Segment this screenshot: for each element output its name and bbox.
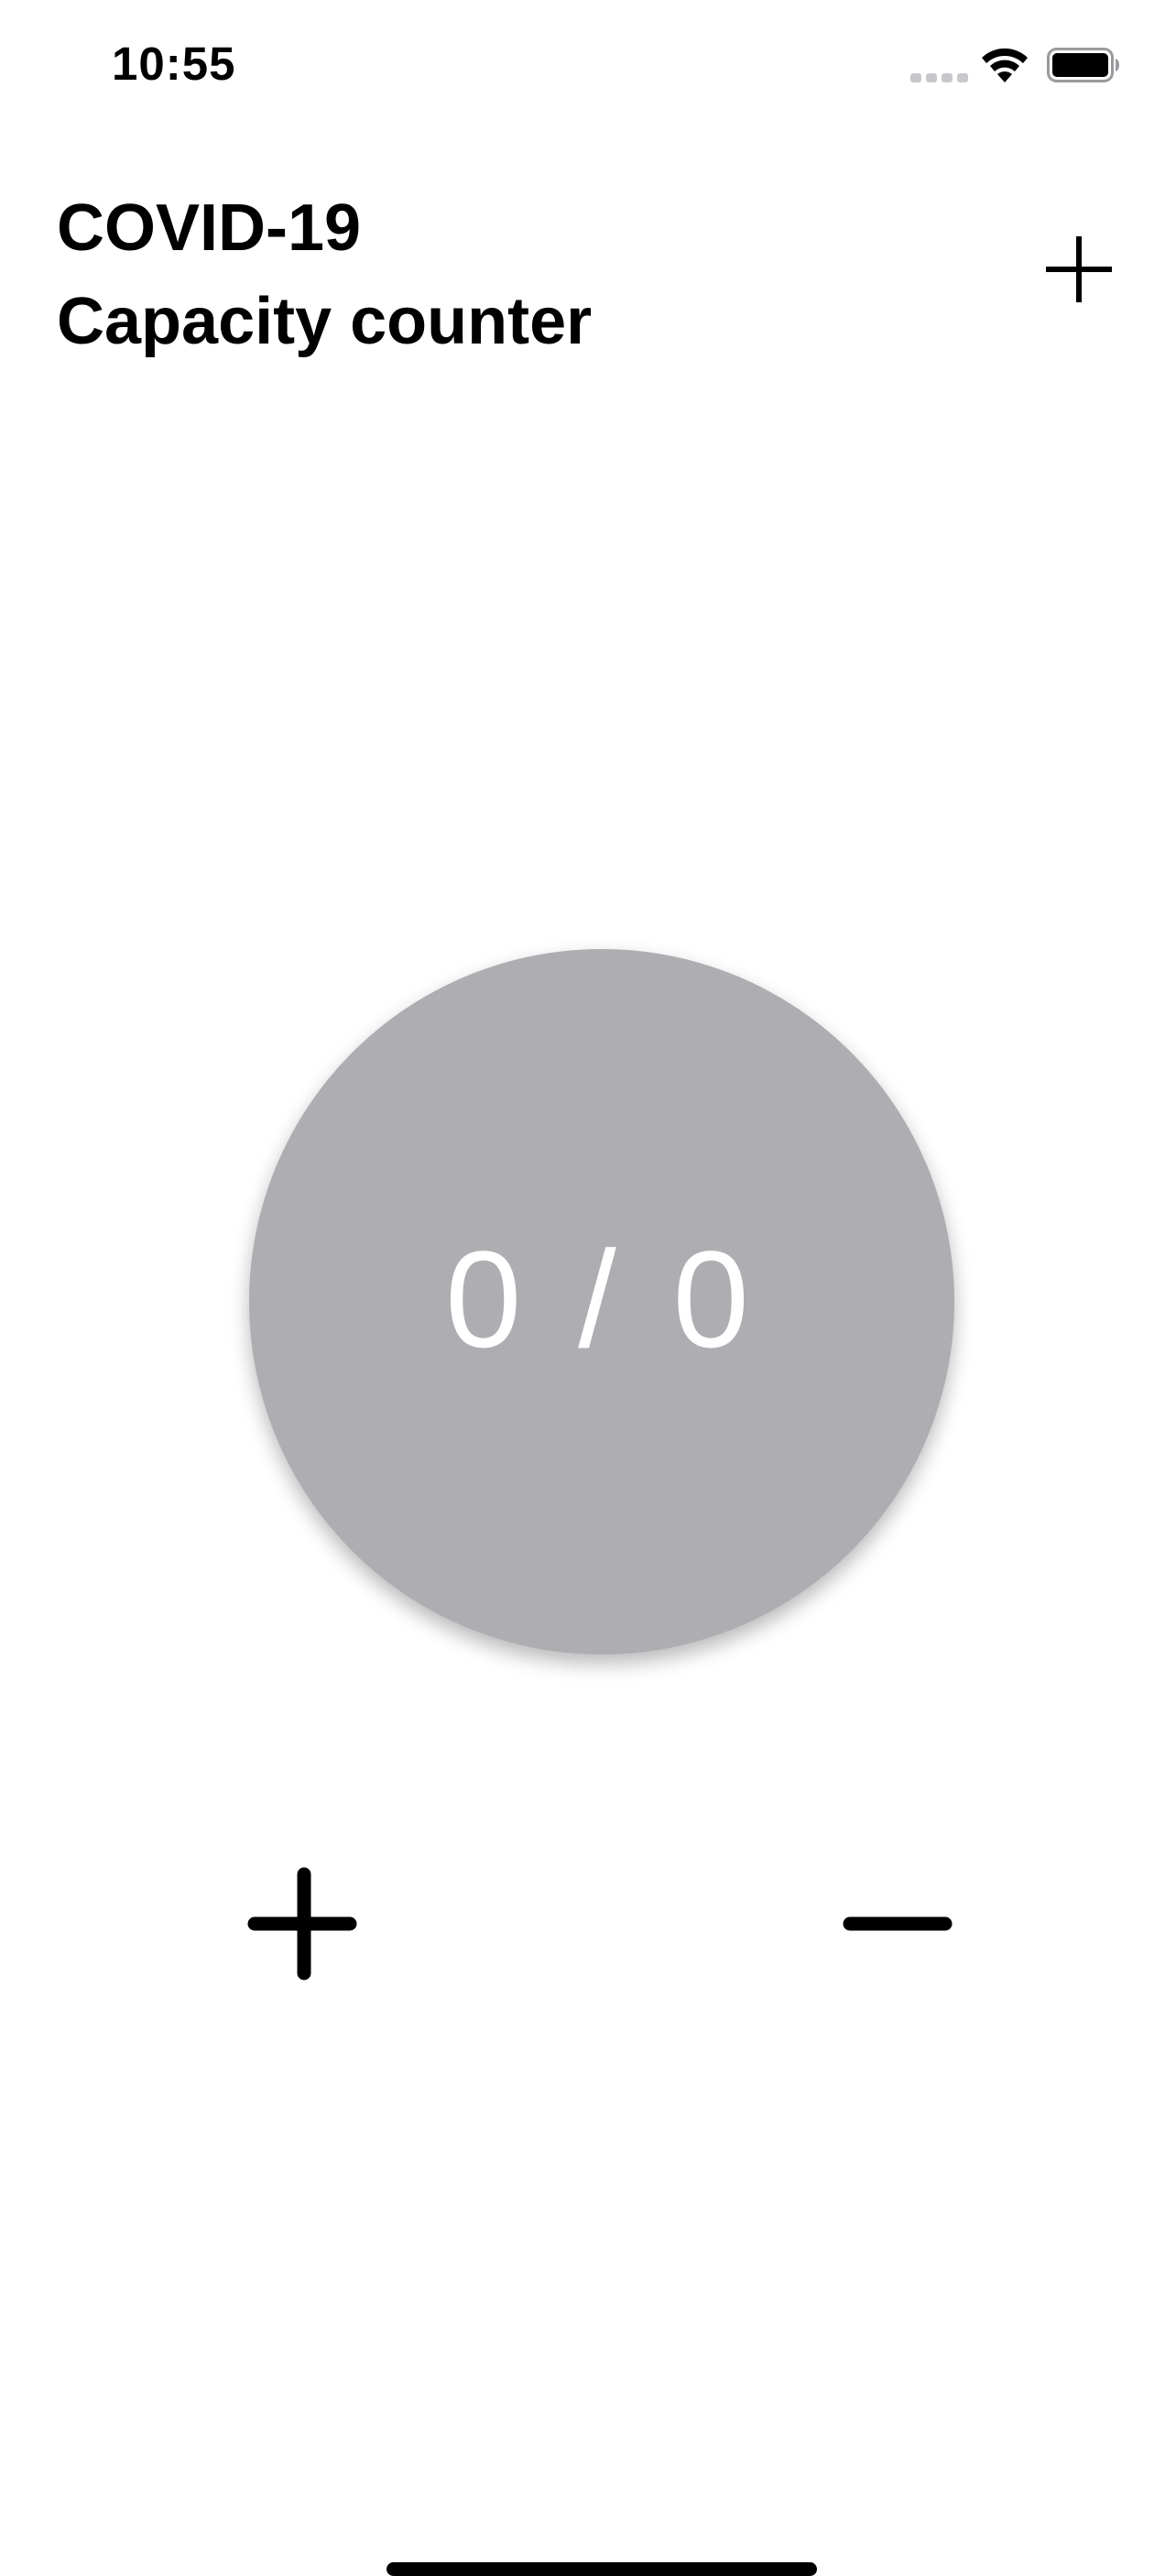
status-bar: 10:55 (0, 0, 1176, 137)
counter-display[interactable]: 0 / 0 (249, 949, 954, 1654)
minus-icon (843, 1916, 953, 1931)
decrement-button[interactable] (843, 1905, 953, 1942)
page-title: COVID-19 Capacity counter (57, 181, 592, 368)
cellular-signal-icon (910, 73, 968, 82)
add-button[interactable] (1044, 235, 1114, 304)
home-indicator[interactable] (387, 2562, 817, 2576)
counter-value: 0 / 0 (445, 1221, 758, 1376)
battery-icon (1047, 48, 1119, 82)
status-time: 10:55 (112, 38, 236, 90)
plus-icon (247, 1867, 357, 1981)
title-line-capacity-counter: Capacity counter (57, 285, 593, 358)
increment-button[interactable] (247, 1867, 357, 1981)
wifi-icon (982, 48, 1028, 82)
title-line-covid: COVID-19 (57, 191, 362, 265)
plus-icon (1046, 236, 1112, 302)
